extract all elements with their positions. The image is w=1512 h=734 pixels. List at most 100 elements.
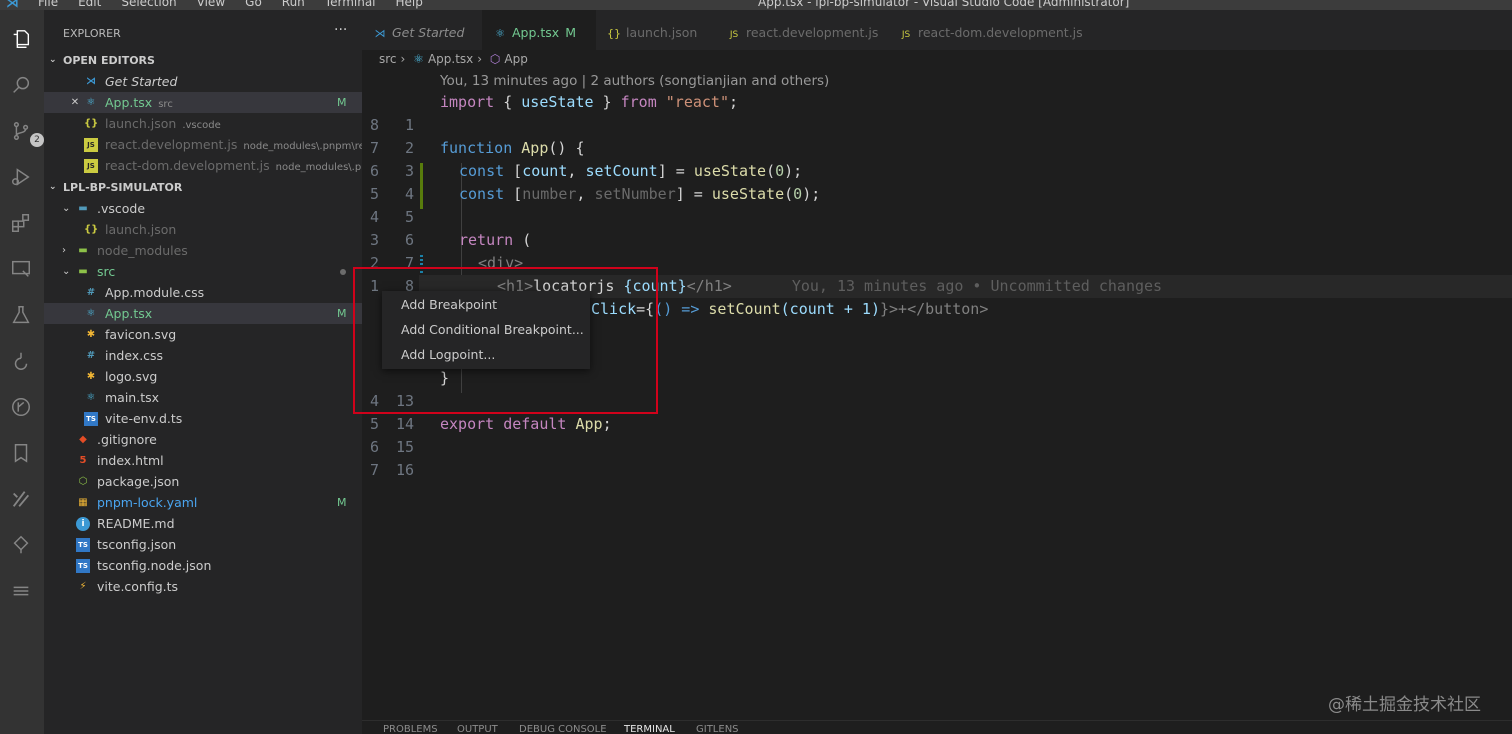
panel-tabs: PROBLEMS OUTPUT DEBUG CONSOLE TERMINAL G… xyxy=(362,720,1512,734)
open-editor-item[interactable]: ⋊ Get Started xyxy=(44,71,362,92)
tree-file[interactable]: TS vite-env.d.ts xyxy=(44,408,362,429)
menu-go[interactable]: Go xyxy=(245,0,262,9)
menu-bar: File Edit Selection View Go Run Terminal… xyxy=(38,0,443,9)
code-line: 45 const [number, setNumber] = useState(… xyxy=(369,185,821,226)
tree-file[interactable]: ✱ logo.svg xyxy=(44,366,362,387)
tree-folder[interactable]: › ▬ node_modules xyxy=(44,240,362,261)
open-editor-item[interactable]: {} launch.json .vscode xyxy=(44,113,362,134)
menu-help[interactable]: Help xyxy=(396,0,423,9)
tree-file[interactable]: 5 index.html xyxy=(44,450,362,471)
menu-terminal[interactable]: Terminal xyxy=(325,0,376,9)
gitlens-icon[interactable] xyxy=(8,394,34,420)
explorer-icon[interactable] xyxy=(8,26,34,52)
css-icon: # xyxy=(86,350,96,361)
tab-app-tsx[interactable]: ⚛ App.tsx M xyxy=(482,10,596,50)
search-icon[interactable] xyxy=(8,72,34,98)
chevron-down-icon: ⌄ xyxy=(49,182,57,192)
remote-explorer-icon[interactable] xyxy=(8,256,34,282)
tree-label: vite.config.ts xyxy=(97,579,179,594)
tree-label: README.md xyxy=(97,516,175,531)
menu-edit[interactable]: Edit xyxy=(78,0,101,9)
tab-gitlens[interactable]: GITLENS xyxy=(696,724,739,734)
add-breakpoint-item[interactable]: Add Breakpoint xyxy=(382,293,590,317)
tree-file[interactable]: ⚛ main.tsx xyxy=(44,387,362,408)
tree-label: .vscode xyxy=(97,201,146,216)
tree-file[interactable]: TS tsconfig.json xyxy=(44,534,362,555)
tree-file[interactable]: # App.module.css xyxy=(44,282,362,303)
modified-badge: M xyxy=(337,496,347,509)
editor-tabs: ⋊ Get Started ⚛ App.tsx M {} launch.json JS r… xyxy=(362,10,1512,50)
breadcrumb-folder[interactable]: src xyxy=(379,52,397,66)
tab-problems[interactable]: PROBLEMS xyxy=(383,724,438,734)
breadcrumb: src › ⚛ App.tsx › ⬡ App xyxy=(379,52,532,70)
sync-icon[interactable] xyxy=(8,532,34,558)
tree-file[interactable]: ✱ favicon.svg xyxy=(44,324,362,345)
tool-icon[interactable] xyxy=(8,486,34,512)
add-conditional-breakpoint-item[interactable]: Add Conditional Breakpoint... xyxy=(382,318,590,342)
open-editor-item[interactable]: JS react-dom.development.js node_modules\… xyxy=(44,155,362,176)
open-editor-item[interactable]: JS react.development.js node_modules\.pnp… xyxy=(44,134,362,155)
more-actions-icon[interactable]: ··· xyxy=(334,22,347,38)
tree-label: App.tsx xyxy=(105,306,153,321)
tree-file[interactable]: ⚡ vite.config.ts xyxy=(44,576,362,597)
menu-run[interactable]: Run xyxy=(282,0,305,9)
tree-file[interactable]: ⬡ package.json xyxy=(44,471,362,492)
open-editors-section[interactable]: ⌄ OPEN EDITORS xyxy=(44,50,362,71)
explorer-title: EXPLORER xyxy=(63,27,121,40)
window-title: App.tsx - lpl-bp-simulator - Visual Stud… xyxy=(758,0,1130,9)
chevron-down-icon: ⌄ xyxy=(62,266,71,277)
blame-header[interactable]: You, 13 minutes ago | 2 authors (songtia… xyxy=(440,73,829,89)
tree-file[interactable]: ▦ pnpm-lock.yaml M xyxy=(44,492,362,513)
vscode-icon: ⋊ xyxy=(374,27,386,40)
tab-terminal[interactable]: TERMINAL xyxy=(624,724,675,734)
tree-file[interactable]: ⚛ App.tsx M xyxy=(44,303,362,324)
code-line: 5 14 xyxy=(369,415,414,433)
source-control-icon[interactable]: 2 xyxy=(8,118,44,147)
watermark: @稀土掘金技术社区 xyxy=(1328,695,1481,715)
add-logpoint-item[interactable]: Add Logpoint... xyxy=(382,343,590,367)
menu-file[interactable]: File xyxy=(38,0,58,9)
tree-file[interactable]: # index.css xyxy=(44,345,362,366)
tree-label: vite-env.d.ts xyxy=(105,411,183,426)
tab-output[interactable]: OUTPUT xyxy=(457,724,498,734)
tree-label: main.tsx xyxy=(105,390,160,405)
menu-selection[interactable]: Selection xyxy=(121,0,176,9)
tree-label: launch.json xyxy=(105,222,177,237)
react-icon: ⚛ xyxy=(86,308,96,319)
tab-launch-json[interactable]: {} launch.json xyxy=(606,10,716,50)
testing-icon[interactable] xyxy=(8,302,34,328)
tree-label: node_modules xyxy=(97,243,188,258)
timeline-icon[interactable] xyxy=(8,348,34,374)
tree-file[interactable]: TS tsconfig.node.json xyxy=(44,555,362,576)
tab-react-development[interactable]: JS react.development.js xyxy=(726,10,896,50)
chevron-right-icon: › xyxy=(62,245,66,256)
breadcrumb-symbol[interactable]: App xyxy=(504,52,527,66)
code-line: 36 xyxy=(369,231,414,249)
code-line: 6 15 export default App; xyxy=(369,415,612,456)
code-line: 72 xyxy=(369,139,414,157)
tab-get-started[interactable]: ⋊ Get Started xyxy=(372,10,480,50)
open-editor-label: launch.json .vscode xyxy=(105,116,221,131)
extensions-icon[interactable] xyxy=(8,210,34,236)
bookmarks-icon[interactable] xyxy=(8,440,34,466)
menu-view[interactable]: View xyxy=(197,0,225,9)
code-editor[interactable]: You, 13 minutes ago | 2 authors (songtia… xyxy=(362,70,1512,720)
tree-file[interactable]: i README.md xyxy=(44,513,362,534)
tree-folder[interactable]: ⌄ ▬ src xyxy=(44,261,362,282)
tree-label: App.module.css xyxy=(105,285,205,300)
open-editor-item[interactable]: ✕ ⚛ App.tsx src M xyxy=(44,92,362,113)
tab-react-dom-development[interactable]: JS react-dom.development.js xyxy=(898,10,1098,50)
tree-file[interactable]: {} launch.json xyxy=(44,219,362,240)
project-section[interactable]: ⌄ LPL-BP-SIMULATOR xyxy=(44,177,362,198)
modified-badge: M xyxy=(565,25,577,40)
tab-debug-console[interactable]: DEBUG CONSOLE xyxy=(519,724,607,734)
open-editor-label: react.development.js node_modules\.pnpm\r… xyxy=(105,137,362,152)
run-debug-icon[interactable] xyxy=(8,164,34,190)
inline-blame: You, 13 minutes ago • Uncommitted change… xyxy=(791,277,1163,295)
breadcrumb-file[interactable]: App.tsx xyxy=(428,52,473,66)
tree-label: tsconfig.json xyxy=(97,537,177,552)
tree-file[interactable]: ◆ .gitignore xyxy=(44,429,362,450)
more-icon[interactable] xyxy=(8,578,34,604)
close-icon[interactable]: ✕ xyxy=(68,96,82,110)
tree-folder[interactable]: ⌄ ▬ .vscode xyxy=(44,198,362,219)
